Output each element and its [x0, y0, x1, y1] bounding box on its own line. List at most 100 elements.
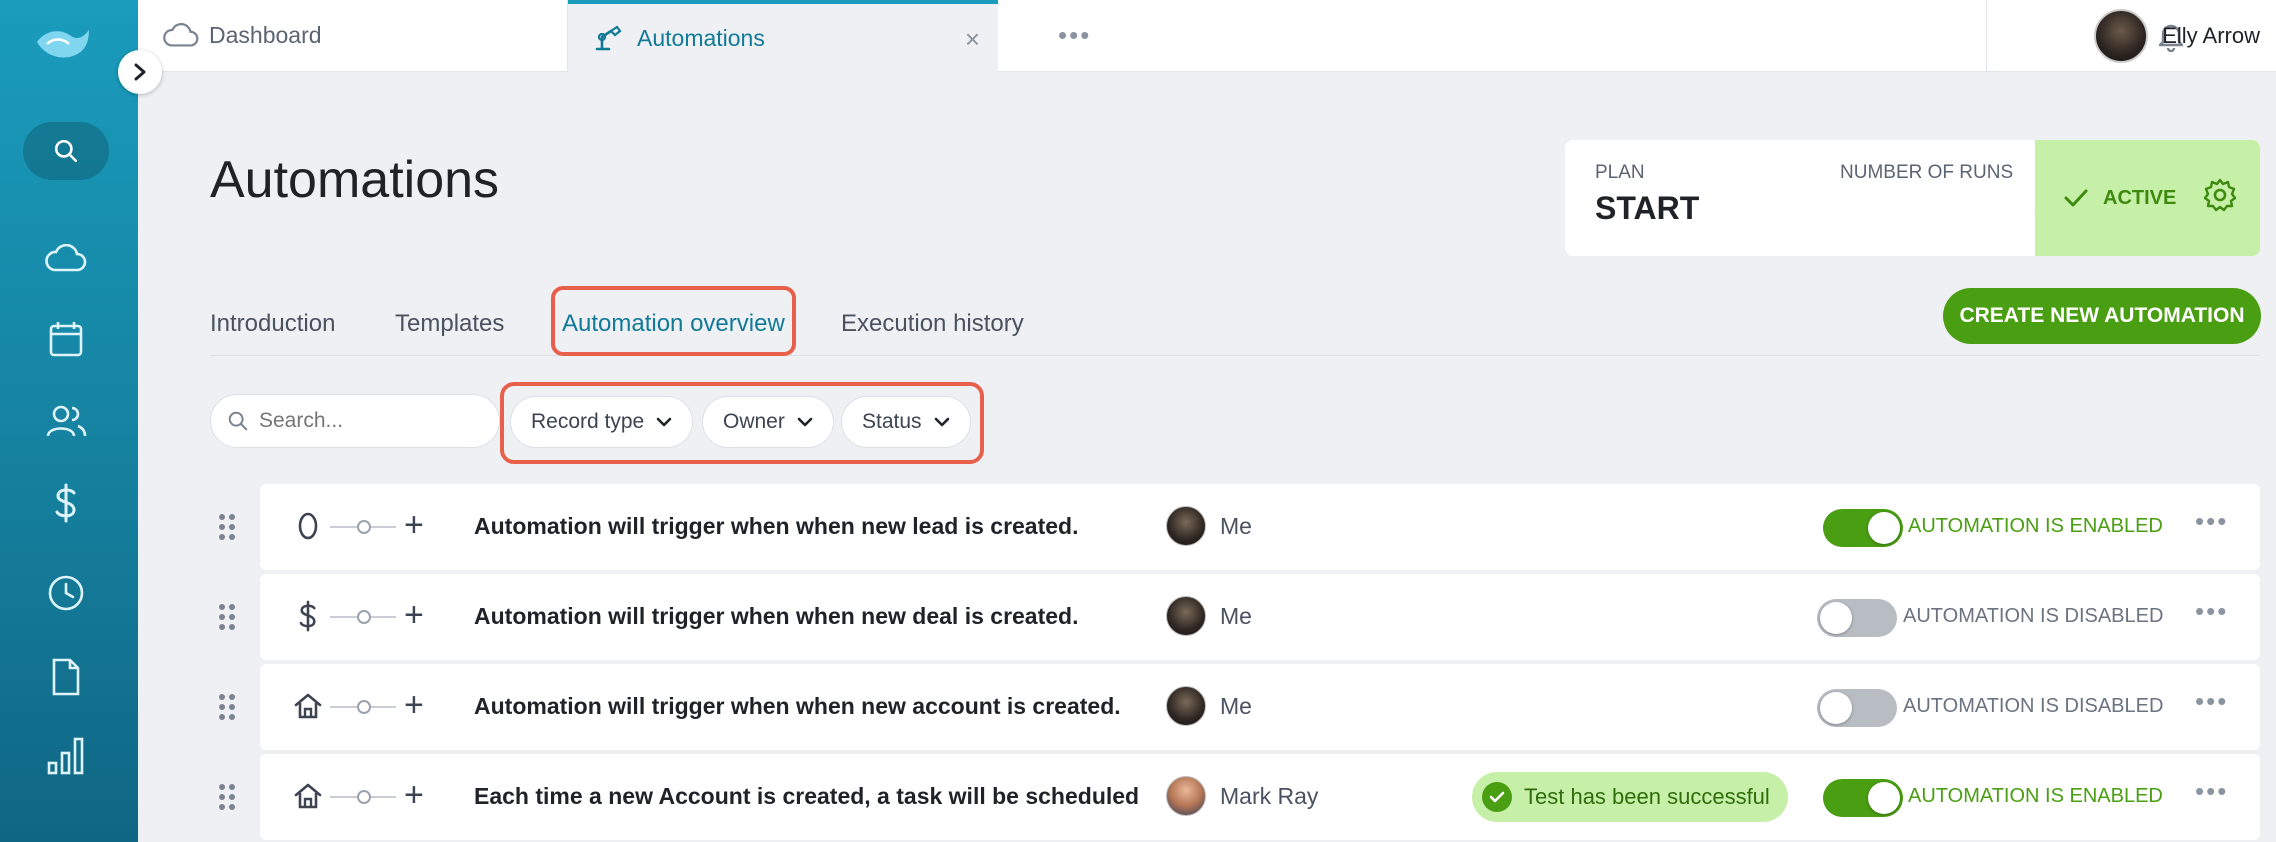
filter-record-type-label: Record type — [531, 410, 645, 433]
sidebar-search-button[interactable] — [23, 122, 109, 180]
filter-status-label: Status — [862, 410, 922, 433]
tab-automations[interactable]: Automations × — [568, 0, 998, 72]
more-options-icon[interactable]: ••• — [2195, 506, 2228, 537]
tab-dashboard-label: Dashboard — [209, 22, 322, 48]
top-bar: Dashboard Automations × ••• Elly Arrow — [138, 0, 2276, 72]
drag-handle-icon[interactable] — [217, 602, 237, 632]
automation-description: Automation will trigger when when new ac… — [474, 693, 1121, 719]
tab-dashboard[interactable]: Dashboard — [138, 0, 568, 72]
document-icon — [52, 658, 80, 696]
tab-execution-history[interactable]: Execution history — [841, 310, 1024, 338]
filter-record-type[interactable]: Record type — [510, 396, 694, 448]
avatar — [2094, 9, 2149, 63]
sidebar — [0, 0, 138, 842]
bar-chart-icon — [47, 737, 84, 775]
automation-row[interactable]: + Automation will trigger when when new … — [260, 574, 2260, 660]
automation-status: AUTOMATION IS DISABLED — [1903, 605, 2164, 627]
plan-label: PLAN — [1595, 162, 1645, 183]
lead-icon — [290, 508, 326, 544]
add-step-button[interactable]: + — [404, 686, 424, 725]
users-icon — [46, 405, 87, 437]
sidebar-item-calendar[interactable] — [45, 318, 87, 360]
automation-toggle[interactable] — [1823, 509, 1903, 547]
automation-status: AUTOMATION IS ENABLED — [1908, 515, 2163, 537]
highlight-frame-tab — [551, 286, 796, 356]
app-logo-icon[interactable] — [33, 22, 97, 66]
search-box — [210, 394, 500, 448]
tab-strip-empty: ••• — [998, 0, 1998, 72]
tab-templates[interactable]: Templates — [395, 310, 504, 338]
more-options-icon[interactable]: ••• — [2195, 596, 2228, 627]
automation-toggle[interactable] — [1817, 689, 1897, 727]
home-icon — [290, 688, 326, 724]
toggle-knob — [1820, 692, 1852, 724]
sidebar-item-reports[interactable] — [45, 734, 87, 776]
filter-status[interactable]: Status — [841, 396, 971, 448]
automation-toggle[interactable] — [1817, 599, 1897, 637]
drag-handle-icon[interactable] — [217, 512, 237, 542]
user-menu[interactable]: Elly Arrow — [2094, 0, 2276, 72]
sidebar-item-documents[interactable] — [45, 656, 87, 698]
automation-owner: Mark Ray — [1166, 776, 1318, 816]
runs-label: NUMBER OF RUNS — [1840, 162, 2014, 183]
test-status-badge: Test has been successful — [1472, 772, 1788, 822]
more-options-icon[interactable]: ••• — [2195, 686, 2228, 717]
automation-row[interactable]: + Each time a new Account is created, a … — [260, 754, 2260, 840]
dollar-icon — [55, 483, 76, 523]
create-automation-button[interactable]: CREATE NEW AUTOMATION — [1943, 288, 2261, 344]
filter-owner[interactable]: Owner — [702, 396, 834, 448]
close-icon[interactable]: × — [965, 24, 980, 55]
owner-name: Mark Ray — [1220, 782, 1319, 809]
drag-handle-icon[interactable] — [217, 692, 237, 722]
sidebar-expand-button[interactable] — [118, 50, 162, 94]
sidebar-item-contacts[interactable] — [45, 400, 87, 442]
gear-icon[interactable] — [2202, 177, 2238, 219]
more-tabs-icon[interactable]: ••• — [1058, 20, 1091, 51]
automation-toggle[interactable] — [1823, 779, 1903, 817]
connector-dot — [357, 520, 371, 534]
toggle-knob — [1868, 782, 1900, 814]
plan-value: START — [1595, 190, 1700, 226]
cloud-icon — [45, 244, 87, 272]
sidebar-item-deals[interactable] — [45, 482, 87, 524]
add-step-button[interactable]: + — [404, 776, 424, 815]
add-step-button[interactable]: + — [404, 596, 424, 635]
tab-automations-label: Automations — [637, 24, 765, 51]
chevron-right-icon — [134, 63, 146, 81]
user-area: Elly Arrow — [1986, 0, 2276, 72]
filter-owner-label: Owner — [723, 410, 785, 433]
avatar — [1166, 686, 1206, 726]
toggle-knob — [1820, 602, 1852, 634]
automation-status: AUTOMATION IS DISABLED — [1903, 695, 2164, 717]
search-icon — [54, 139, 78, 163]
avatar — [1166, 596, 1206, 636]
automation-icon — [595, 25, 622, 51]
test-status-label: Test has been successful — [1524, 784, 1770, 809]
automation-owner: Me — [1166, 686, 1252, 726]
chevron-down-icon — [797, 417, 813, 427]
automation-description: Automation will trigger when when new le… — [474, 513, 1079, 539]
tab-introduction[interactable]: Introduction — [210, 310, 335, 338]
connector-dot — [357, 610, 371, 624]
automation-row[interactable]: + Automation will trigger when when new … — [260, 664, 2260, 750]
sidebar-item-dashboard[interactable] — [45, 238, 87, 280]
automation-description: Automation will trigger when when new de… — [474, 603, 1079, 629]
more-options-icon[interactable]: ••• — [2195, 776, 2228, 807]
dollar-icon — [290, 598, 326, 634]
avatar — [1166, 506, 1206, 546]
connector-dot — [357, 700, 371, 714]
plan-status-label: ACTIVE — [2103, 186, 2177, 209]
automation-row[interactable]: + Automation will trigger when when new … — [260, 484, 2260, 570]
user-name: Elly Arrow — [2162, 23, 2260, 48]
add-step-button[interactable]: + — [404, 506, 424, 545]
calendar-icon — [49, 322, 83, 357]
sidebar-item-history[interactable] — [45, 572, 87, 614]
clock-icon — [48, 575, 84, 611]
page-title: Automations — [210, 151, 500, 209]
search-input[interactable] — [259, 409, 479, 433]
automation-status: AUTOMATION IS ENABLED — [1908, 785, 2163, 807]
avatar — [1166, 776, 1206, 816]
chevron-down-icon — [934, 417, 949, 427]
automation-owner: Me — [1166, 596, 1252, 636]
drag-handle-icon[interactable] — [217, 782, 237, 812]
